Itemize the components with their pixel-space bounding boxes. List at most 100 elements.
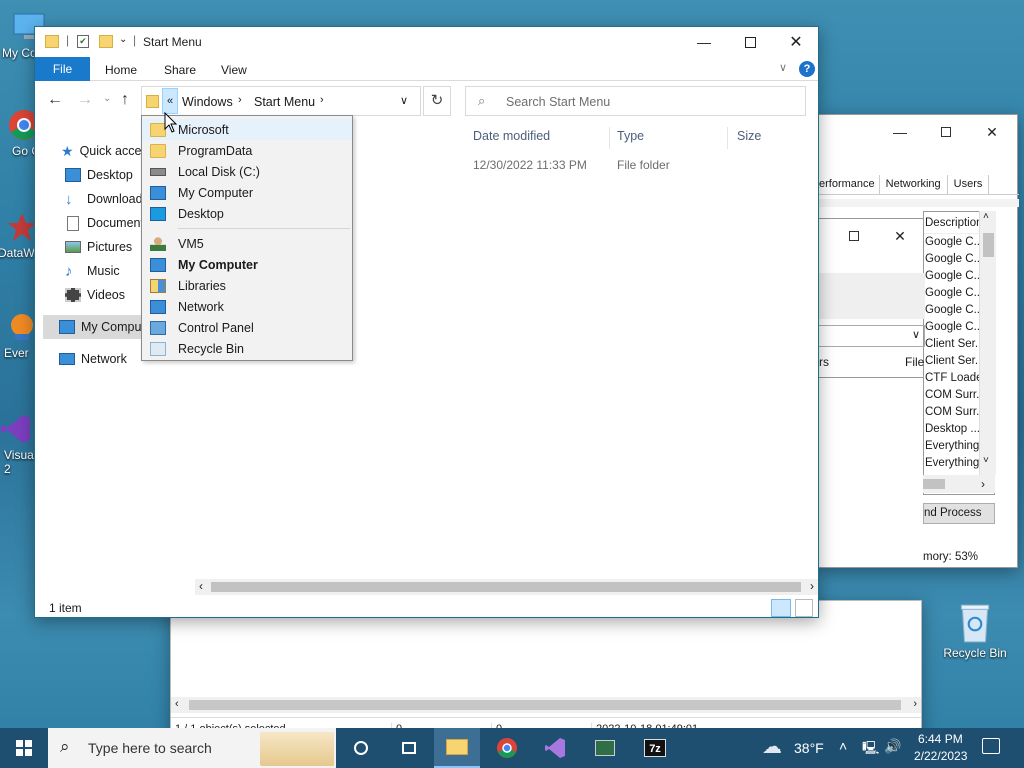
nav-quick-access[interactable]: ★ Quick acces: [61, 139, 148, 163]
scroll-up-arrow[interactable]: ˄: [983, 211, 989, 222]
computer-icon: [59, 320, 75, 334]
maximize-button[interactable]: [831, 221, 877, 251]
details-view-icon[interactable]: [771, 599, 791, 617]
horizontal-scrollbar[interactable]: ›: [923, 475, 995, 493]
scroll-left-arrow[interactable]: ‹: [199, 579, 203, 593]
vertical-scrollbar[interactable]: ˄ ˅: [979, 211, 996, 475]
maximize-button[interactable]: [923, 117, 969, 147]
file-row[interactable]: 12/30/2022 11:33 PM File folder: [465, 157, 818, 175]
weather-temperature[interactable]: 38°F: [794, 740, 824, 756]
menu-item-libraries[interactable]: Libraries: [142, 275, 352, 296]
volume-icon[interactable]: 🔊: [884, 738, 901, 755]
scroll-right-arrow[interactable]: ›: [913, 698, 917, 710]
new-folder-icon[interactable]: [99, 35, 113, 48]
control-panel-icon: [150, 320, 166, 335]
properties-icon[interactable]: ✔: [77, 35, 89, 48]
close-button[interactable]: ✕: [877, 221, 923, 251]
menu-item-my-computer[interactable]: My Computer: [142, 182, 352, 203]
end-process-button[interactable]: nd Process: [923, 503, 995, 524]
chevron-right-icon[interactable]: ›: [320, 94, 324, 106]
taskbar-file-explorer[interactable]: [434, 728, 480, 768]
menu-item-vm5[interactable]: VM5: [142, 233, 352, 254]
start-button[interactable]: [0, 728, 48, 768]
chevron-right-icon[interactable]: ›: [238, 94, 242, 106]
scroll-right-arrow[interactable]: ›: [810, 579, 814, 593]
minimize-button[interactable]: —: [681, 27, 727, 57]
horizontal-scrollbar[interactable]: ‹ ›: [171, 697, 921, 713]
taskbar-task-manager[interactable]: [582, 728, 628, 768]
background-window[interactable]: ‹ › 1 / 1 object(s) selected 0 0 2022-10…: [170, 600, 922, 740]
help-icon[interactable]: ?: [799, 61, 815, 77]
menu-item-desktop[interactable]: Desktop: [142, 203, 352, 224]
recent-locations-icon[interactable]: ⌄: [103, 93, 111, 104]
refresh-button[interactable]: ↻: [423, 86, 451, 116]
nav-downloads[interactable]: ↓ Download: [65, 187, 143, 211]
minimize-button[interactable]: —: [877, 117, 923, 147]
close-button[interactable]: ✕: [969, 117, 1015, 147]
desktop-icon-recycle-bin[interactable]: Recycle Bin: [935, 602, 1015, 660]
cortana-button[interactable]: [338, 728, 384, 768]
network-status-icon[interactable]: 🖳: [862, 739, 879, 761]
notification-icon[interactable]: [982, 738, 1000, 754]
status-item-count: 1 item: [49, 601, 82, 615]
large-icons-view-icon[interactable]: [795, 599, 813, 617]
tab-home[interactable]: Home: [105, 63, 137, 77]
menu-item-programdata[interactable]: ProgramData: [142, 140, 352, 161]
breadcrumb-windows[interactable]: Windows: [182, 95, 233, 109]
clock-time[interactable]: 6:44 PM: [918, 732, 963, 746]
maximize-button[interactable]: [727, 27, 773, 57]
nav-videos[interactable]: Videos: [65, 283, 125, 307]
nav-desktop[interactable]: Desktop: [65, 163, 133, 187]
scroll-left-arrow[interactable]: ‹: [175, 698, 179, 710]
column-date-modified[interactable]: Date modified: [473, 129, 550, 143]
search-icon: ⌕: [60, 737, 70, 756]
search-box[interactable]: ⌕ Search Start Menu: [465, 86, 806, 116]
menu-item-local-disk[interactable]: Local Disk (C:): [142, 161, 352, 182]
tab-users[interactable]: Users: [948, 175, 990, 194]
breadcrumb-start-menu[interactable]: Start Menu: [254, 95, 315, 109]
close-button[interactable]: ✕: [773, 27, 819, 57]
header-file: File: [905, 355, 925, 369]
column-size[interactable]: Size: [737, 129, 761, 143]
nav-network[interactable]: Network: [59, 347, 127, 371]
clock-date[interactable]: 2/22/2023: [914, 749, 967, 763]
expand-ribbon-icon[interactable]: ∨: [779, 61, 787, 74]
content-horizontal-scrollbar[interactable]: ‹ ›: [195, 579, 818, 595]
menu-item-control-panel[interactable]: Control Panel: [142, 317, 352, 338]
menu-item-recycle-bin[interactable]: Recycle Bin: [142, 338, 352, 359]
taskbar-chrome[interactable]: [484, 728, 530, 768]
tab-networking[interactable]: Networking: [880, 175, 948, 194]
title-bar[interactable]: | ✔ ⌄ | Start Menu — ✕: [35, 27, 818, 57]
address-overflow-menu[interactable]: Microsoft ProgramData Local Disk (C:) My…: [141, 115, 353, 361]
tab-file[interactable]: File: [35, 57, 90, 81]
desktop-icon-label: Recycle Bin: [943, 646, 1007, 660]
up-arrow-icon[interactable]: ↑: [121, 91, 129, 109]
taskbar-search-placeholder: Type here to search: [88, 740, 212, 756]
tab-performance[interactable]: erformance: [819, 175, 880, 194]
tab-share[interactable]: Share: [164, 63, 196, 77]
chevron-up-icon[interactable]: ˄: [839, 738, 847, 754]
address-history-dropdown[interactable]: ∨: [400, 94, 408, 107]
navigation-bar: ← → ⌄ ↑ « Windows › Start Menu › ∨ ↻ ⌕ S…: [35, 83, 818, 119]
task-view-button[interactable]: [386, 728, 432, 768]
scroll-right-arrow[interactable]: ›: [981, 477, 985, 491]
folder-icon: [45, 35, 59, 48]
tab-view[interactable]: View: [221, 63, 247, 77]
scroll-down-arrow[interactable]: ˅: [983, 455, 989, 466]
nav-documents[interactable]: Document: [65, 211, 144, 235]
download-icon: ↓: [65, 190, 73, 208]
menu-item-my-computer-bold[interactable]: My Computer: [142, 254, 352, 275]
back-arrow-icon[interactable]: ←: [47, 91, 63, 109]
forward-arrow-icon[interactable]: →: [77, 91, 93, 109]
address-overflow-button[interactable]: «: [162, 88, 178, 114]
weather-cloud-icon[interactable]: ☁: [762, 734, 782, 759]
customize-toolbar-icon[interactable]: ⌄: [119, 34, 127, 45]
column-type[interactable]: Type: [617, 129, 644, 143]
menu-item-network[interactable]: Network: [142, 296, 352, 317]
taskbar-visual-studio[interactable]: [532, 728, 578, 768]
taskbar-7zip[interactable]: 7z: [632, 728, 678, 768]
nav-music[interactable]: ♪ Music: [65, 259, 120, 283]
address-bar[interactable]: « Windows › Start Menu › ∨: [141, 86, 421, 116]
taskbar-search-box[interactable]: ⌕ Type here to search: [48, 728, 336, 768]
nav-pictures[interactable]: Pictures: [65, 235, 132, 259]
